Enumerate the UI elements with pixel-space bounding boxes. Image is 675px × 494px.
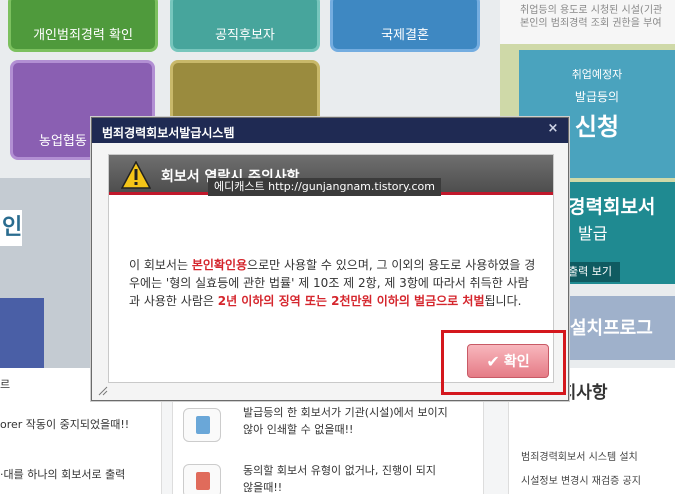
faq-item[interactable]: ·대를 하나의 회보서로 출력 (0, 466, 125, 482)
notice-line-2: 본인의 범죄경력 조회 권한을 부여 (520, 18, 662, 29)
criminal-record-panel[interactable]: 경력회보서 발급 출력 보기 (556, 182, 675, 284)
checkmark-icon: ✔ (486, 351, 500, 371)
close-icon[interactable]: × (546, 122, 560, 136)
confirm-button[interactable]: ✔ 확인 (467, 344, 549, 378)
dialog-titlebar[interactable]: 범죄경력회보서발급시스템 × (92, 118, 568, 143)
document-error-icon (183, 464, 221, 494)
notice-text: 취업등의 용도로 시청된 시설(기관 본인의 범죄경력 조회 권한을 부여 (500, 0, 675, 44)
job-line-2: 발급등의 (574, 90, 620, 104)
panel-subtitle: 발급 (578, 224, 608, 243)
tile-marriage[interactable]: 국제결혼 (330, 0, 480, 52)
message-text: 됩니다. (484, 294, 522, 308)
tile-candidate[interactable]: 공직후보자 (170, 0, 320, 52)
tile-criminal-check[interactable]: 개인범죄경력 확인 (8, 0, 158, 52)
faq-line: 않아 인쇄할 수 없을때!! (243, 423, 354, 436)
faq-left-heading: 르 (0, 378, 11, 391)
document-icon (183, 408, 221, 442)
notice-item[interactable]: 범죄경력회보서 시스템 설치 (521, 448, 638, 463)
tile-candidate-label: 공직후보자 (215, 28, 275, 43)
resize-grip-icon[interactable] (98, 386, 108, 396)
view-output-button[interactable]: 출력 보기 (564, 262, 620, 282)
faq-line: 않을때!! (243, 481, 283, 494)
install-program-panel[interactable]: 설치프로그 (556, 296, 675, 360)
notice-line-1: 취업등의 용도로 시청된 시설(기관 (520, 5, 663, 16)
tile-marriage-label: 국제결혼 (381, 28, 429, 43)
warning-dialog: 범죄경력회보서발급시스템 × 회보서 열람시 주의사항 이 회보서는 본인확인용… (91, 117, 569, 401)
notice-item[interactable]: 시설정보 변경시 재검증 공지 (521, 472, 641, 487)
faq-item[interactable]: orer 작동이 중지되었을때!! (0, 416, 129, 432)
confirm-label: 확인 (503, 354, 530, 370)
watermark: 에디캐스트 http://gunjangnam.tistory.com (208, 178, 441, 196)
warning-icon (121, 161, 151, 189)
message-highlight: 본인확인용 (191, 258, 248, 272)
person-figure (0, 298, 44, 368)
dialog-title: 범죄경력회보서발급시스템 (102, 126, 235, 140)
job-line-1: 취업예정자 (571, 68, 623, 81)
banner-chip: 인 (0, 210, 22, 246)
faq-item[interactable]: 동의할 회보서 유형이 없거나, 진행이 되지 않을때!! (243, 462, 436, 494)
tile-criminal-check-label: 개인범죄경력 확인 (33, 28, 133, 43)
panel-title: 경력회보서 (568, 196, 656, 218)
faq-line: 발급등의 한 회보서가 기관(시설)에서 보이지 (243, 406, 448, 419)
message-text: 이 회보서는 (129, 258, 192, 272)
install-title: 설치프로그 (570, 318, 653, 339)
faq-line: 동의할 회보서 유형이 없거나, 진행이 되지 (243, 464, 437, 477)
faq-item[interactable]: 발급등의 한 회보서가 기관(시설)에서 보이지 않아 인쇄할 수 없을때!! (243, 404, 448, 438)
photo-banner: 인 (0, 178, 100, 368)
message-highlight: 2년 이하의 징역 또는 2천만원 이하의 벌금으로 처벌 (217, 294, 485, 308)
notice-message: 이 회보서는 본인확인용으로만 사용할 수 있으며, 그 이외의 용도로 사용하… (129, 256, 539, 310)
